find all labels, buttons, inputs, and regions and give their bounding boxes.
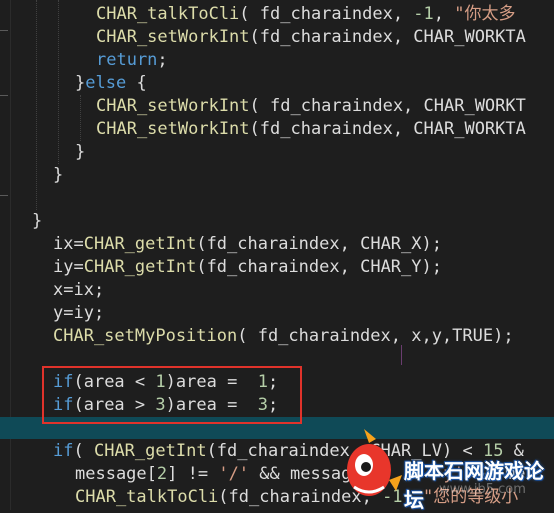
code-line[interactable]: }else { xyxy=(75,72,147,95)
code-token: ); xyxy=(421,257,442,277)
code-token: ( fd_charaindex, x,y,TRUE); xyxy=(237,326,514,346)
code-line[interactable]: iy=CHAR_getInt(fd_charaindex, CHAR_Y); xyxy=(53,256,442,279)
code-token: CHAR_getInt xyxy=(93,441,207,461)
code-token: iy xyxy=(73,303,94,323)
gutter-mark xyxy=(0,30,8,31)
code-token: } xyxy=(75,142,86,162)
code-token: (fd_charaindex, xyxy=(196,234,361,254)
code-line[interactable]: y=iy; xyxy=(53,302,104,325)
code-token: '/' xyxy=(218,464,250,484)
code-token: ( xyxy=(73,441,94,461)
code-token: ; xyxy=(93,303,105,323)
indent-guide xyxy=(401,345,402,365)
code-token: CHAR_setWorkInt xyxy=(96,96,250,116)
code-token: message[ xyxy=(75,464,157,484)
code-token: ( fd_charaindex, xyxy=(239,4,414,24)
code-token: } xyxy=(53,165,64,185)
code-line[interactable]: CHAR_setWorkInt( fd_charaindex, CHAR_WOR… xyxy=(96,95,526,118)
code-token: ; xyxy=(93,280,105,300)
code-token: ix xyxy=(53,234,74,254)
code-token: CHAR_talkToCli xyxy=(75,487,219,507)
code-line[interactable]: CHAR_setMyPosition( fd_charaindex, x,y,T… xyxy=(53,325,514,348)
code-token: = xyxy=(63,303,74,323)
code-token: ); xyxy=(421,234,442,254)
code-token: else xyxy=(85,73,127,93)
code-line[interactable]: return; xyxy=(96,49,168,72)
code-token: CHAR_setMyPosition xyxy=(53,326,238,346)
indent-guide xyxy=(58,0,59,164)
annotation-box xyxy=(42,366,302,424)
code-token: ( fd_charaindex, CHAR_WORKT xyxy=(249,96,526,116)
code-token: (fd_charaindex, xyxy=(196,257,361,277)
code-line[interactable]: } xyxy=(53,164,63,187)
code-token: x xyxy=(53,280,64,300)
code-token: if xyxy=(53,441,74,461)
code-line[interactable]: x=ix; xyxy=(53,279,104,302)
code-token: CHAR_Y xyxy=(360,257,422,277)
code-token: CHAR_setWorkInt xyxy=(96,27,250,47)
code-token: 2 xyxy=(156,464,168,484)
gutter-mark xyxy=(0,95,8,96)
code-line[interactable]: CHAR_talkToCli( fd_charaindex, -1, "你太多 xyxy=(96,3,516,26)
code-token: return xyxy=(96,50,158,70)
code-token: (fd_charaindex, CHAR_WORKTA xyxy=(249,27,526,47)
code-token: CHAR_getInt xyxy=(83,234,197,254)
watermark-url: www.jb5.com xyxy=(439,482,526,497)
code-token: "你太多 xyxy=(454,4,516,24)
code-token: { xyxy=(126,73,147,93)
code-token: CHAR_setWorkInt xyxy=(96,119,250,139)
code-token: = xyxy=(73,257,84,277)
code-token: ] != xyxy=(167,464,219,484)
code-line[interactable]: CHAR_setWorkInt(fd_charaindex, CHAR_WORK… xyxy=(96,118,526,141)
indent-guide xyxy=(36,0,37,210)
code-line[interactable]: } xyxy=(32,210,42,233)
code-token: y xyxy=(53,303,64,323)
code-token: = xyxy=(73,234,84,254)
code-token: CHAR_talkToCli xyxy=(96,4,240,24)
code-token: CHAR_X xyxy=(360,234,422,254)
code-token: (fd_charaindex, CHAR_WORKTA xyxy=(249,119,526,139)
code-line[interactable]: CHAR_setWorkInt(fd_charaindex, CHAR_WORK… xyxy=(96,26,526,49)
code-line[interactable]: ix=CHAR_getInt(fd_charaindex, CHAR_X); xyxy=(53,233,442,256)
code-token: -1 xyxy=(413,4,434,24)
code-token: } xyxy=(75,73,86,93)
gutter-mark xyxy=(0,195,8,196)
code-token: = xyxy=(63,280,74,300)
code-token: CHAR_getInt xyxy=(83,257,197,277)
watermark: 脚本石网游戏论坛 www.jb5.com xyxy=(334,425,554,512)
code-token: ix xyxy=(73,280,94,300)
code-token: } xyxy=(32,211,43,231)
code-token: iy xyxy=(53,257,74,277)
code-token: , xyxy=(433,4,455,24)
indent-guide xyxy=(80,95,81,141)
code-token: ; xyxy=(157,50,168,70)
mascot-fish-icon xyxy=(347,429,402,496)
code-line[interactable]: } xyxy=(75,141,85,164)
